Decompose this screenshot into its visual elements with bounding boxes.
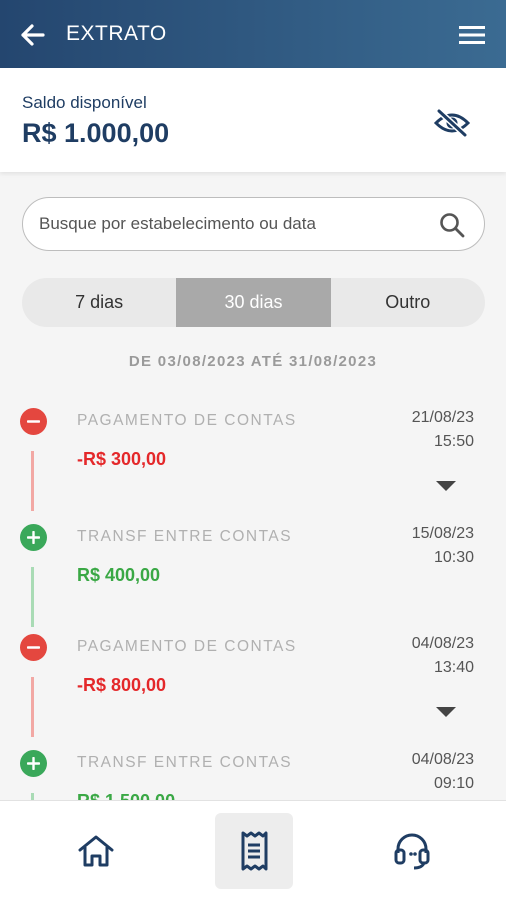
balance-card: Saldo disponível R$ 1.000,00 bbox=[0, 68, 506, 172]
back-button[interactable] bbox=[16, 18, 50, 52]
minus-icon bbox=[20, 634, 47, 661]
nav-home-button[interactable] bbox=[57, 813, 135, 889]
plus-icon bbox=[20, 524, 47, 551]
app-header: EXTRATO bbox=[0, 0, 506, 68]
arrow-left-icon bbox=[21, 24, 45, 46]
transaction-date: 04/08/23 bbox=[411, 751, 474, 768]
nav-statement-button[interactable] bbox=[215, 813, 293, 889]
transaction-amount: R$ 400,00 bbox=[77, 565, 161, 585]
transaction-item[interactable]: TRANSF ENTRE CONTAS R$ 1.500,00 04/08/23… bbox=[0, 737, 506, 800]
transaction-description: TRANSF ENTRE CONTAS bbox=[77, 754, 293, 771]
transaction-date: 04/08/23 bbox=[411, 635, 474, 652]
toggle-balance-button[interactable] bbox=[432, 105, 472, 141]
search-input[interactable] bbox=[39, 198, 434, 250]
expand-caret-icon[interactable] bbox=[435, 705, 457, 719]
plus-icon bbox=[20, 750, 47, 777]
home-icon bbox=[78, 835, 114, 867]
timeline-connector bbox=[31, 793, 34, 800]
headset-icon bbox=[394, 833, 430, 870]
timeline-connector bbox=[31, 451, 34, 511]
transaction-item[interactable]: TRANSF ENTRE CONTAS R$ 400,00 15/08/23 1… bbox=[0, 511, 506, 627]
timeline-connector bbox=[31, 677, 34, 737]
nav-support-button[interactable] bbox=[373, 813, 451, 889]
page-title: EXTRATO bbox=[66, 22, 167, 45]
transaction-time: 15:50 bbox=[433, 433, 474, 450]
transaction-list: PAGAMENTO DE CONTAS -R$ 300,00 21/08/23 … bbox=[0, 395, 506, 800]
bottom-navigation bbox=[0, 800, 506, 900]
transaction-time: 09:10 bbox=[433, 775, 474, 792]
search-bar bbox=[22, 197, 485, 251]
balance-label: Saldo disponível bbox=[22, 93, 147, 112]
expand-caret-icon[interactable] bbox=[435, 479, 457, 493]
transaction-description: PAGAMENTO DE CONTAS bbox=[77, 638, 297, 655]
transaction-time: 13:40 bbox=[433, 659, 474, 676]
transaction-amount: -R$ 800,00 bbox=[77, 675, 167, 695]
transaction-amount: R$ 1.500,00 bbox=[77, 791, 175, 800]
search-icon[interactable] bbox=[438, 211, 466, 239]
timeline-connector bbox=[31, 567, 34, 627]
transaction-date: 15/08/23 bbox=[411, 525, 474, 542]
transaction-item[interactable]: PAGAMENTO DE CONTAS -R$ 300,00 21/08/23 … bbox=[0, 395, 506, 511]
tab-30-dias[interactable]: 30 dias bbox=[176, 278, 331, 327]
transaction-date: 21/08/23 bbox=[411, 409, 474, 426]
tab-outro[interactable]: Outro bbox=[331, 278, 485, 327]
period-selector: 7 dias 30 dias Outro bbox=[22, 278, 485, 327]
eye-off-icon bbox=[434, 108, 470, 138]
menu-button[interactable] bbox=[456, 20, 488, 50]
transaction-description: TRANSF ENTRE CONTAS bbox=[77, 528, 293, 545]
date-range-label: DE 03/08/2023 ATÉ 31/08/2023 bbox=[128, 353, 378, 370]
transaction-item[interactable]: PAGAMENTO DE CONTAS -R$ 800,00 04/08/23 … bbox=[0, 621, 506, 737]
transaction-amount: -R$ 300,00 bbox=[77, 449, 167, 469]
hamburger-menu-icon bbox=[459, 26, 485, 44]
tab-7-dias[interactable]: 7 dias bbox=[22, 278, 176, 327]
transaction-description: PAGAMENTO DE CONTAS bbox=[77, 412, 297, 429]
minus-icon bbox=[20, 408, 47, 435]
transaction-time: 10:30 bbox=[433, 549, 474, 566]
balance-value: R$ 1.000,00 bbox=[22, 118, 170, 148]
receipt-icon bbox=[241, 831, 268, 871]
